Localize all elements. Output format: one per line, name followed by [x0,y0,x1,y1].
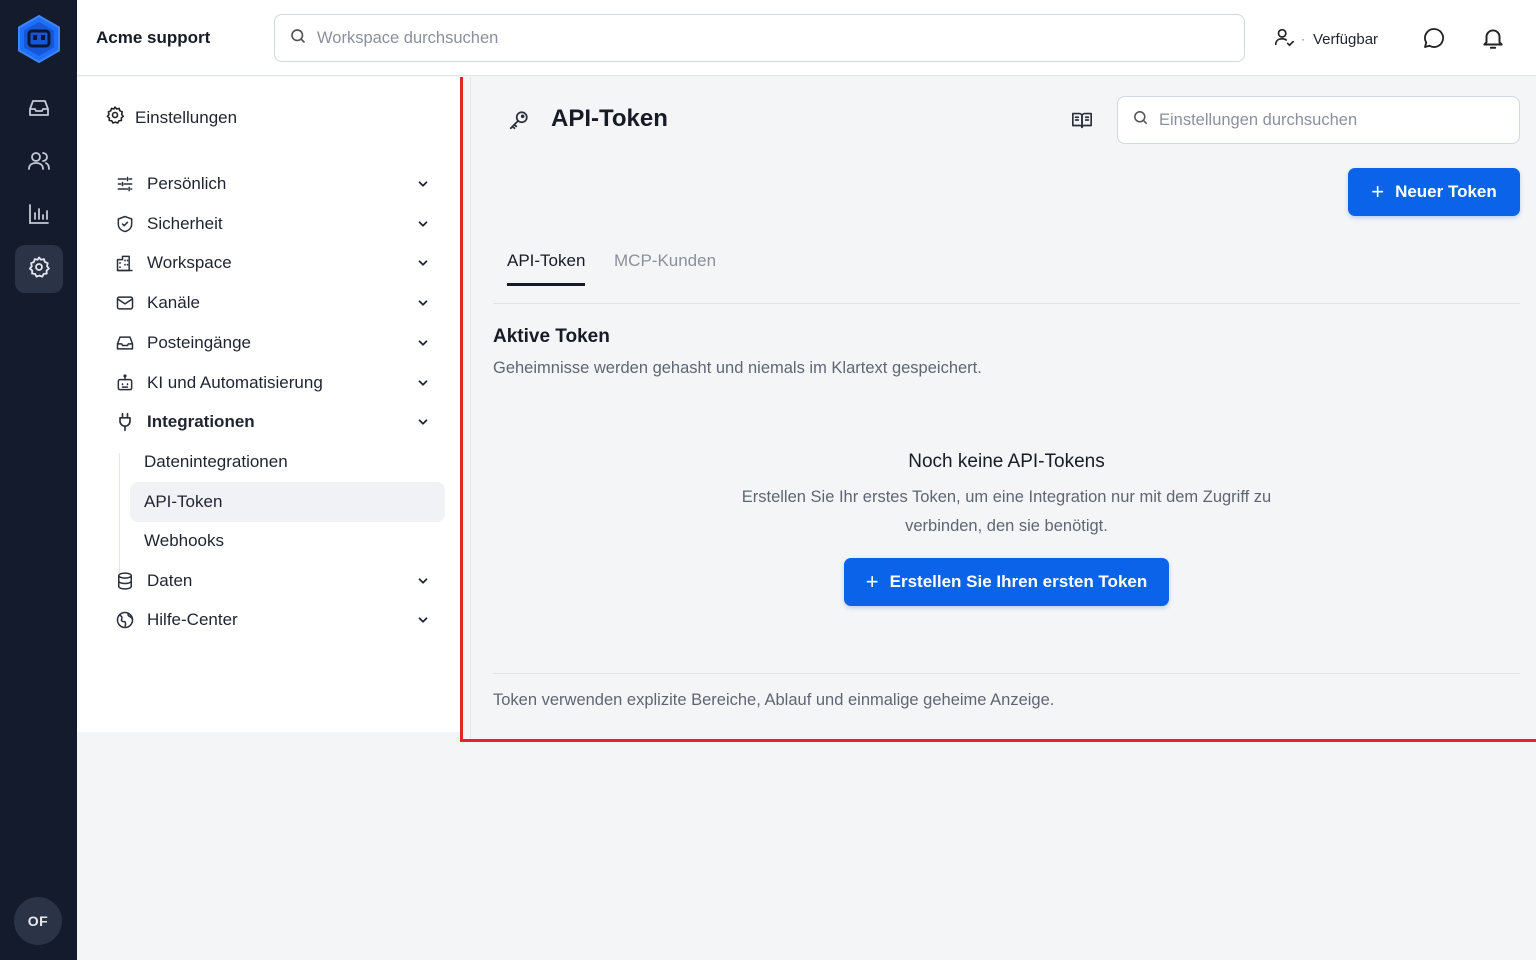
rail-inbox-button[interactable] [15,86,63,134]
main-content: API-Token + Neuer Token API-Token MCP-Ku… [470,77,1536,739]
plus-icon: + [1371,179,1385,204]
section-subtitle: Geheimnisse werden gehasht und niemals i… [493,359,982,377]
reports-icon [27,202,51,231]
user-avatar[interactable]: OF [14,897,62,945]
global-search-input[interactable] [317,28,1244,48]
availability-status[interactable]: · Verfügbar [1273,26,1378,52]
nav-label: Hilfe-Center [147,610,238,629]
top-bar: Acme support · Verfügbar [77,0,1536,76]
chevron-down-icon [415,573,431,589]
settings-nav-header: Einstellungen [105,105,237,130]
mail-icon [115,293,135,313]
nav-item-persoenlich[interactable]: Persönlich [115,166,437,202]
globe-icon [115,610,135,630]
status-separator: · [1301,32,1305,46]
contacts-icon [27,149,51,178]
nav-item-posteingaenge[interactable]: Posteingänge [115,325,437,361]
nav-item-kanaele[interactable]: Kanäle [115,285,437,321]
nav-item-sicherheit[interactable]: Sicherheit [115,206,437,242]
sliders-icon [115,174,135,194]
nav-label: KI und Automatisierung [147,373,323,392]
nav-label: Daten [147,571,193,590]
nav-label: Kanäle [147,293,200,312]
rail-reports-button[interactable] [15,192,63,240]
search-icon [289,27,307,50]
chevron-down-icon [415,335,431,351]
nav-label: Sicherheit [147,214,223,233]
submenu-guide-line [119,453,120,573]
chevron-down-icon [415,216,431,232]
inbox-icon [27,96,51,125]
section-title: Aktive Token [493,326,610,347]
chat-button[interactable] [1422,26,1446,55]
main-panel: API-Token + Neuer Token API-Token MCP-Ku… [460,77,1536,742]
page-title: API-Token [551,105,668,132]
key-icon [508,109,530,136]
workspace-name: Acme support [96,28,211,47]
nav-item-daten[interactable]: Daten [115,563,437,599]
chat-bubble-icon [1422,28,1446,54]
plug-icon [115,412,135,432]
new-token-label: Neuer Token [1395,182,1497,201]
sub-item-webhooks[interactable]: Webhooks [130,521,445,561]
user-status-icon [1273,26,1295,52]
bot-icon [115,373,135,393]
footer-divider [493,673,1520,674]
building-icon [115,253,135,273]
chevron-down-icon [415,375,431,391]
docs-button[interactable] [1071,109,1093,136]
tab-mcp-kunden[interactable]: MCP-Kunden [614,251,716,283]
nav-label: Integrationen [147,412,255,431]
notifications-button[interactable] [1480,25,1506,56]
create-first-token-label: Erstellen Sie Ihren ersten Token [889,572,1148,591]
global-search-box[interactable] [274,14,1245,62]
database-icon [115,571,135,591]
tab-api-token[interactable]: API-Token [507,251,586,286]
shield-icon [115,214,135,234]
settings-nav: Einstellungen Persönlich Sicherheit Work… [77,77,460,732]
settings-icon [27,255,51,284]
inbox-icon [115,333,135,353]
chevron-down-icon [415,414,431,430]
sub-item-api-token[interactable]: API-Token [130,482,445,522]
settings-nav-title: Einstellungen [135,107,238,127]
app-logo[interactable] [16,14,62,64]
nav-label: Workspace [147,253,232,272]
tab-bar: API-Token MCP-Kunden [493,245,1520,304]
status-label: Verfügbar [1313,30,1379,48]
nav-item-ki-automatisierung[interactable]: KI und Automatisierung [115,365,437,401]
chevron-down-icon [415,176,431,192]
nav-item-workspace[interactable]: Workspace [115,245,437,281]
search-icon [1132,109,1149,131]
empty-state-title: Noch keine API-Tokens [908,451,1105,472]
plus-icon: + [865,569,879,594]
bell-icon [1480,29,1506,55]
new-token-button[interactable]: + Neuer Token [1348,168,1520,216]
chevron-down-icon [415,295,431,311]
nav-label: Posteingänge [147,333,251,352]
book-open-icon [1071,112,1093,135]
settings-gear-icon [105,105,125,130]
app-rail: OF [0,0,77,960]
chevron-down-icon [415,255,431,271]
settings-search-box[interactable] [1117,96,1520,144]
footer-note: Token verwenden explizite Bereiche, Abla… [493,691,1055,709]
settings-search-input[interactable] [1159,110,1519,130]
nav-item-hilfe-center[interactable]: Hilfe-Center [115,602,437,638]
rail-contacts-button[interactable] [15,139,63,187]
empty-state-description: Erstellen Sie Ihr erstes Token, um eine … [741,488,1272,535]
create-first-token-button[interactable]: + Erstellen Sie Ihren ersten Token [844,558,1169,606]
chevron-down-icon [415,612,431,628]
sub-item-datenintegrationen[interactable]: Datenintegrationen [130,442,445,482]
nav-item-integrationen[interactable]: Integrationen [115,404,437,440]
rail-settings-button[interactable] [15,245,63,293]
nav-label: Persönlich [147,174,227,193]
